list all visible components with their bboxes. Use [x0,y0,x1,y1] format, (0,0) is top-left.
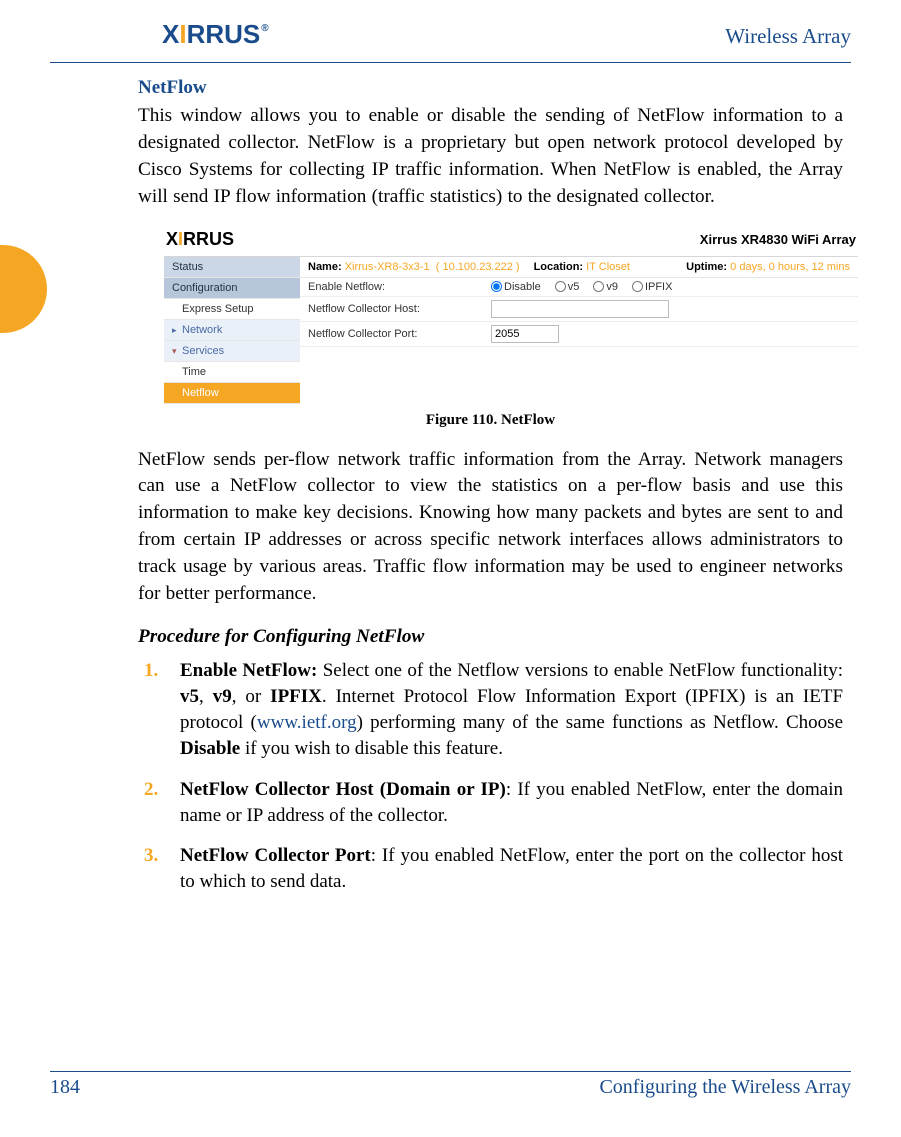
nav-network-label: Network [182,324,222,336]
radio-disable-input[interactable] [491,281,502,292]
nav-configuration[interactable]: Configuration [164,278,300,299]
radio-disable[interactable]: Disable [491,281,541,293]
radio-v5-input[interactable] [555,281,566,292]
step1-comma1: , [199,686,213,707]
info-bar: Name: Xirrus-XR8-3x3-1 ( 10.100.23.222 )… [300,257,858,278]
row-enable-netflow: Enable Netflow: Disable v5 v9 IPFIX [300,278,858,297]
info-name-label: Name: [308,261,342,273]
figure-caption: Figure 110. NetFlow [138,412,843,429]
row-collector-host: Netflow Collector Host: [300,297,858,322]
page-footer: 184 Configuring the Wireless Array [50,1071,851,1099]
row-collector-port: Netflow Collector Port: [300,322,858,347]
radio-v9-input[interactable] [593,281,604,292]
desc-paragraph: NetFlow sends per-flow network traffic i… [138,447,843,608]
nav-services-label: Services [182,345,224,357]
fig-model: Xirrus XR4830 WiFi Array [700,232,856,247]
brand-x: X [162,19,179,49]
nav-netflow[interactable]: Netflow [164,383,300,404]
step3-title: NetFlow Collector Port [180,845,371,866]
nav-status[interactable]: Status [164,257,300,278]
info-uptime-value: 0 days, 0 hours, 12 mins [730,261,850,273]
collector-host-input[interactable] [491,300,669,318]
step1-text-d: if you wish to disable this feature. [240,738,503,759]
page-number: 184 [50,1076,80,1099]
nav-time[interactable]: Time [164,362,300,383]
radio-v9[interactable]: v9 [593,281,618,293]
step1-text-c: ) performing many of the same functions … [357,712,843,733]
step-2: NetFlow Collector Host (Domain or IP): I… [180,777,843,829]
section-heading: NetFlow [138,77,843,99]
enable-netflow-label: Enable Netflow: [308,281,483,293]
info-loc-label: Location: [534,261,584,273]
info-uptime-label: Uptime: [686,261,727,273]
chevron-down-icon: ▾ [172,346,180,357]
step1-v5: v5 [180,686,199,707]
brand-dot: I [179,19,186,49]
radio-ipfix-input[interactable] [632,281,643,292]
nav-services[interactable]: ▾Services [164,341,300,362]
radio-ipfix[interactable]: IPFIX [632,281,673,293]
figure-screenshot: XIRRUS Xirrus XR4830 WiFi Array Status C… [164,227,858,404]
step1-v9: v9 [213,686,232,707]
nav-network[interactable]: ▸Network [164,320,300,341]
info-ip: ( 10.100.23.222 ) [436,261,520,273]
step1-text-a: Select one of the Netflow versions to en… [323,660,843,681]
radio-ipfix-label: IPFIX [645,281,673,293]
step1-comma2: , or [232,686,270,707]
fig-brand-x: X [166,229,178,249]
chevron-right-icon: ▸ [172,325,180,336]
fig-brand: XIRRUS [166,229,234,250]
header-title: Wireless Array [725,24,851,49]
radio-v5-label: v5 [568,281,580,293]
step2-title: NetFlow Collector Host (Domain or IP) [180,779,506,800]
procedure-heading: Procedure for Configuring NetFlow [138,626,843,648]
ietf-link[interactable]: www.ietf.org [257,712,357,733]
step1-title: Enable NetFlow: [180,660,323,681]
thumb-tab [0,245,47,333]
brand-rest: RRUS [187,19,261,49]
page-header: XIRRUS® Wireless Array [50,22,851,63]
nav-express-setup[interactable]: Express Setup [164,299,300,320]
step1-disable: Disable [180,738,240,759]
collector-port-label: Netflow Collector Port: [308,328,483,340]
brand-reg: ® [261,23,268,34]
collector-port-input[interactable] [491,325,559,343]
step-3: NetFlow Collector Port: If you enabled N… [180,843,843,895]
brand-logo: XIRRUS® [162,19,268,50]
footer-title: Configuring the Wireless Array [599,1076,851,1099]
radio-v5[interactable]: v5 [555,281,580,293]
step-1: Enable NetFlow: Select one of the Netflo… [180,658,843,763]
step1-ipfix: IPFIX [270,686,322,707]
radio-v9-label: v9 [606,281,618,293]
radio-disable-label: Disable [504,281,541,293]
collector-host-label: Netflow Collector Host: [308,303,483,315]
info-loc-value: IT Closet [586,261,630,273]
fig-nav: Status Configuration Express Setup ▸Netw… [164,257,300,404]
fig-brand-rest: RRUS [183,229,234,249]
intro-paragraph: This window allows you to enable or disa… [138,103,843,211]
info-name-value: Xirrus-XR8-3x3-1 [345,261,430,273]
